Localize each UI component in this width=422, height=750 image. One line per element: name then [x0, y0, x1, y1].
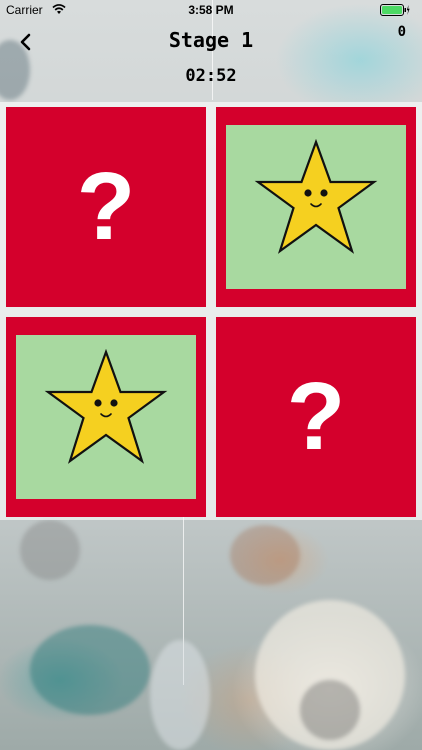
question-mark: ? — [286, 363, 346, 470]
star-face-icon — [254, 139, 378, 254]
timer: 02:52 — [185, 66, 237, 86]
card-hidden[interactable]: ? — [216, 317, 416, 517]
card-revealed[interactable] — [6, 317, 206, 517]
clock: 3:58 PM — [188, 3, 234, 17]
question-mark: ? — [76, 153, 136, 260]
card-hidden[interactable]: ? — [6, 107, 206, 307]
battery-icon — [380, 4, 410, 16]
score-value: 0 — [397, 24, 406, 40]
card-revealed[interactable] — [216, 107, 416, 307]
card-face — [226, 125, 406, 289]
card-board: ? ? — [0, 102, 422, 520]
status-bar: Carrier 3:58 PM — [0, 0, 422, 20]
star-face-icon — [44, 349, 168, 464]
card-face — [16, 335, 196, 499]
page-title: Stage 1 — [168, 28, 254, 52]
